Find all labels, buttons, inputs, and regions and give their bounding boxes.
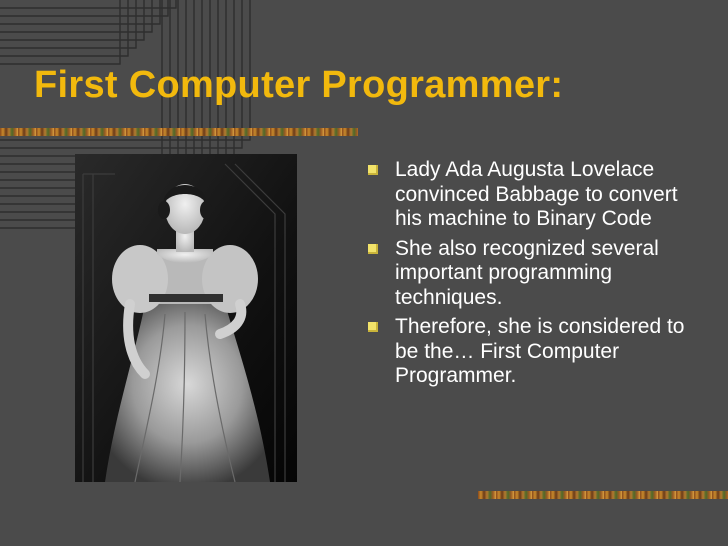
bullet-list: Lady Ada Augusta Lovelace convinced Babb… [366, 158, 706, 394]
slide: First Computer Programmer: Lady Ada Augu… [0, 0, 728, 546]
square-bullet-icon [368, 243, 378, 254]
bullet-text: Lady Ada Augusta Lovelace convinced Babb… [395, 158, 678, 230]
slide-title: First Computer Programmer: [34, 64, 564, 106]
bullet-text: She also recognized several important pr… [395, 236, 659, 309]
portrait-image [75, 154, 297, 482]
bullet-item: Therefore, she is considered to be the… … [366, 315, 706, 389]
bullet-text: Therefore, she is considered to be the… … [395, 315, 685, 387]
bullet-item: Lady Ada Augusta Lovelace convinced Babb… [366, 158, 706, 232]
square-bullet-icon [368, 165, 378, 175]
title-divider [0, 128, 358, 136]
bullet-item: She also recognized several important pr… [366, 237, 706, 311]
bottom-divider [478, 491, 728, 499]
square-bullet-icon [368, 322, 378, 332]
